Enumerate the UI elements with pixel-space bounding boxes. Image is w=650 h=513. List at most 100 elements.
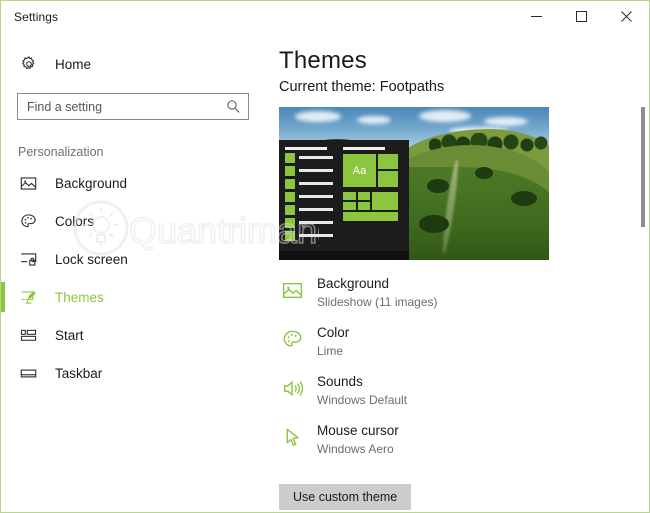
preview-app-line (299, 195, 333, 198)
title-bar: Settings (1, 1, 649, 32)
preview-tile (378, 171, 398, 187)
current-theme-label: Current theme: (279, 79, 376, 95)
theme-setting-value: Lime (317, 344, 344, 358)
preview-start-menu: Aa (279, 140, 409, 260)
sidebar-item-themes[interactable]: Themes (1, 278, 266, 316)
theme-setting-title: Sounds (317, 374, 363, 389)
sidebar-item-home[interactable]: Home (1, 47, 266, 81)
search-input[interactable] (18, 94, 248, 119)
sidebar-item-label: Lock screen (55, 251, 128, 267)
sidebar-item-label: Start (55, 327, 84, 343)
theme-setting-sounds[interactable]: Sounds Windows Default (279, 373, 649, 409)
preview-app-line (299, 234, 333, 237)
preview-app-square (285, 153, 295, 163)
page-title: Themes (279, 47, 367, 74)
preview-tile (378, 154, 398, 169)
main-content: Themes Current theme: Footpaths Aa Backg… (266, 32, 649, 512)
preview-app-square (285, 179, 295, 189)
preview-bush (419, 215, 449, 233)
preview-taskbar (279, 251, 409, 260)
preview-app-square (285, 218, 295, 228)
sidebar-section-label: Personalization (18, 145, 104, 159)
preview-app-line (299, 221, 333, 224)
close-button[interactable] (604, 1, 649, 32)
current-theme-line: Current theme: Footpaths (279, 79, 649, 95)
preview-cloud (357, 116, 391, 124)
picture-icon (18, 173, 38, 193)
window-title: Settings (14, 9, 59, 24)
lock-screen-icon (18, 249, 38, 269)
preview-tile-group-label (343, 147, 385, 150)
start-tiles-icon (18, 325, 38, 345)
preview-cloud (419, 110, 471, 122)
themes-icon (18, 287, 38, 307)
sidebar-item-label: Themes (55, 289, 104, 305)
preview-start-header-line (285, 147, 327, 150)
selection-accent-bar (1, 206, 5, 236)
preview-app-line (299, 182, 333, 185)
preview-tile-aa: Aa (343, 154, 376, 187)
speaker-icon (279, 375, 305, 401)
theme-setting-value: Windows Default (317, 393, 408, 407)
minimize-icon (531, 16, 542, 17)
gear-icon (18, 54, 39, 75)
sidebar-item-lock-screen[interactable]: Lock screen (1, 240, 266, 278)
sidebar: Home Personalization Background (1, 32, 266, 512)
theme-preview[interactable]: Aa (279, 107, 549, 260)
theme-setting-title: Color (317, 325, 350, 340)
preview-app-square (285, 166, 295, 176)
sidebar-item-label: Colors (55, 213, 95, 229)
sidebar-item-background[interactable]: Background (1, 164, 266, 202)
settings-window: Settings Home Find a setting Personaliza… (0, 0, 650, 513)
theme-setting-color[interactable]: Color Lime (279, 324, 649, 360)
selection-accent-bar (1, 320, 5, 350)
theme-setting-text: Sounds Windows Default (317, 373, 407, 409)
maximize-button[interactable] (559, 1, 604, 32)
theme-setting-mouse-cursor[interactable]: Mouse cursor Windows Aero (279, 422, 649, 458)
sidebar-item-colors[interactable]: Colors (1, 202, 266, 240)
minimize-button[interactable] (514, 1, 559, 32)
close-icon (621, 11, 632, 22)
picture-icon (279, 277, 305, 303)
cursor-icon (279, 424, 305, 450)
preview-tile (343, 212, 398, 221)
sidebar-item-taskbar[interactable]: Taskbar (1, 354, 266, 392)
theme-setting-text: Color Lime (317, 324, 349, 360)
preview-bush (427, 179, 449, 193)
preview-bush (475, 167, 493, 179)
preview-tile (358, 192, 370, 200)
preview-tile (372, 192, 398, 210)
theme-setting-title: Mouse cursor (317, 423, 399, 438)
preview-cloud (484, 117, 528, 126)
theme-setting-title: Background (317, 276, 390, 291)
preview-app-line (299, 156, 333, 159)
scrollbar-thumb[interactable] (641, 107, 645, 227)
preview-cloud (295, 111, 341, 122)
preview-tile (343, 202, 356, 210)
scrollbar-track[interactable] (637, 32, 649, 512)
theme-setting-background[interactable]: Background Slideshow (11 images) (279, 275, 649, 311)
selection-accent-bar (1, 282, 5, 312)
preview-bush (511, 191, 537, 206)
window-controls (514, 1, 649, 32)
selection-accent-bar (1, 244, 5, 274)
taskbar-icon (18, 363, 38, 383)
selection-accent-bar (1, 168, 5, 198)
preview-app-list (285, 153, 337, 245)
sidebar-item-label: Taskbar (55, 365, 103, 381)
use-custom-theme-button[interactable]: Use custom theme (279, 484, 412, 510)
palette-icon (279, 326, 305, 352)
sidebar-item-start[interactable]: Start (1, 316, 266, 354)
selection-accent-bar (1, 358, 5, 388)
maximize-icon (576, 11, 587, 22)
sidebar-home-label: Home (55, 56, 92, 72)
preview-tile (343, 192, 356, 200)
search-box[interactable] (17, 93, 249, 120)
palette-icon (18, 211, 38, 231)
preview-app-square (285, 231, 295, 241)
preview-app-square (285, 192, 295, 202)
preview-app-line (299, 208, 333, 211)
theme-setting-text: Mouse cursor Windows Aero (317, 422, 399, 458)
preview-app-line (299, 169, 333, 172)
preview-tile (358, 202, 370, 210)
